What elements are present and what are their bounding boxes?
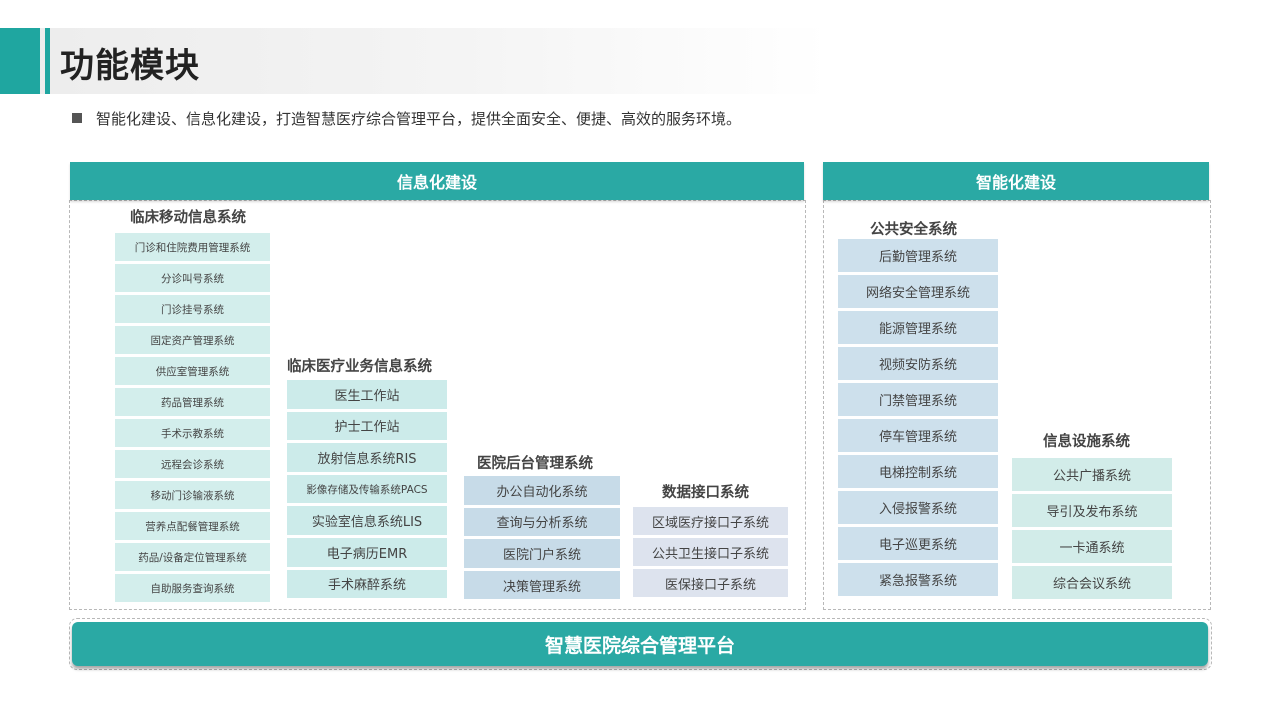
list-item: 医生工作站	[287, 380, 447, 409]
list-item: 移动门诊输液系统	[115, 481, 270, 509]
list-item: 网络安全管理系统	[838, 275, 998, 308]
list-item: 一卡通系统	[1012, 530, 1172, 563]
group-title-clinical-business: 临床医疗业务信息系统	[287, 359, 432, 375]
list-item: 手术麻醉系统	[287, 569, 447, 599]
group-title-info-facility: 信息设施系统	[1043, 434, 1130, 450]
list-item: 门诊挂号系统	[115, 295, 270, 323]
list-item: 护士工作站	[287, 411, 447, 441]
info-facility-list: 公共广播系统 导引及发布系统 一卡通系统 综合会议系统	[1012, 458, 1172, 599]
list-item: 电子病历EMR	[287, 537, 447, 567]
list-item: 决策管理系统	[464, 570, 620, 600]
intro-text: 智能化建设、信息化建设，打造智慧医疗综合管理平台，提供全面安全、便捷、高效的服务…	[96, 110, 742, 128]
list-item: 区域医疗接口子系统	[633, 507, 788, 535]
group-title-data-interface: 数据接口系统	[662, 485, 749, 501]
list-item: 门禁管理系统	[838, 383, 998, 416]
info-panel-header: 信息化建设	[70, 162, 804, 200]
list-item: 放射信息系统RIS	[287, 443, 447, 472]
hospital-backend-list: 办公自动化系统 查询与分析系统 医院门户系统 决策管理系统	[464, 476, 620, 600]
list-item: 公共卫生接口子系统	[633, 538, 788, 566]
list-item: 分诊叫号系统	[115, 264, 270, 292]
clinical-business-list: 医生工作站 护士工作站 放射信息系统RIS 影像存储及传输系统PACS 实验室信…	[287, 380, 447, 599]
data-interface-list: 区域医疗接口子系统 公共卫生接口子系统 医保接口子系统	[633, 507, 788, 597]
list-item: 电梯控制系统	[838, 455, 998, 488]
list-item: 自助服务查询系统	[115, 574, 270, 602]
list-item: 药品管理系统	[115, 388, 270, 416]
list-item: 远程会诊系统	[115, 450, 270, 478]
list-item: 门诊和住院费用管理系统	[115, 233, 270, 261]
group-title-public-safety: 公共安全系统	[870, 222, 957, 238]
list-item: 后勤管理系统	[838, 239, 998, 272]
list-item: 影像存储及传输系统PACS	[287, 474, 447, 504]
list-item: 视频安防系统	[838, 347, 998, 380]
list-item: 药品/设备定位管理系统	[115, 543, 270, 571]
list-item: 固定资产管理系统	[115, 326, 270, 354]
list-item: 手术示教系统	[115, 419, 270, 447]
clinical-mobile-list: 门诊和住院费用管理系统 分诊叫号系统 门诊挂号系统 固定资产管理系统 供应室管理…	[115, 233, 270, 602]
list-item: 综合会议系统	[1012, 566, 1172, 599]
page-title: 功能模块	[60, 46, 200, 86]
public-safety-list: 后勤管理系统 网络安全管理系统 能源管理系统 视频安防系统 门禁管理系统 停车管…	[838, 239, 998, 596]
list-item: 营养点配餐管理系统	[115, 512, 270, 540]
intro-bullet: 智能化建设、信息化建设，打造智慧医疗综合管理平台，提供全面安全、便捷、高效的服务…	[72, 108, 741, 129]
square-bullet-icon	[72, 113, 82, 123]
list-item: 能源管理系统	[838, 311, 998, 344]
group-title-hospital-backend: 医院后台管理系统	[477, 456, 593, 472]
list-item: 入侵报警系统	[838, 491, 998, 524]
list-item: 医保接口子系统	[633, 569, 788, 597]
list-item: 导引及发布系统	[1012, 494, 1172, 527]
list-item: 紧急报警系统	[838, 563, 998, 596]
platform-bar: 智慧医院综合管理平台	[72, 622, 1208, 666]
title-accent-line	[45, 28, 50, 94]
list-item: 电子巡更系统	[838, 527, 998, 560]
list-item: 停车管理系统	[838, 419, 998, 452]
group-title-clinical-mobile: 临床移动信息系统	[130, 210, 246, 226]
list-item: 查询与分析系统	[464, 507, 620, 537]
list-item: 实验室信息系统LIS	[287, 506, 447, 535]
list-item: 公共广播系统	[1012, 458, 1172, 491]
list-item: 办公自动化系统	[464, 476, 620, 505]
list-item: 供应室管理系统	[115, 357, 270, 385]
title-accent-block	[0, 28, 40, 94]
list-item: 医院门户系统	[464, 539, 620, 568]
smart-panel-header: 智能化建设	[823, 162, 1209, 200]
